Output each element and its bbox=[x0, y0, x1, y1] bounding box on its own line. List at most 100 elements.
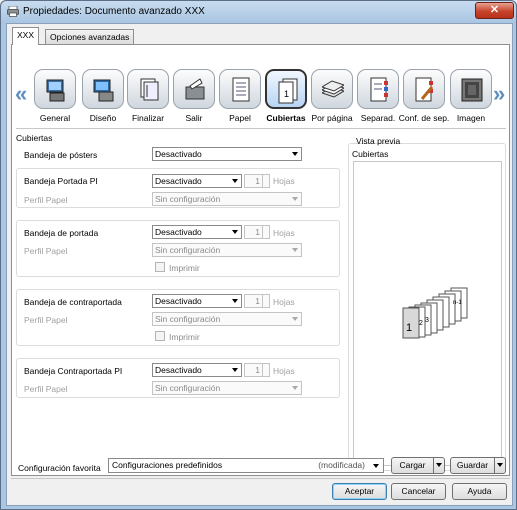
button-label: Guardar bbox=[456, 460, 489, 470]
front-print-checkbox bbox=[155, 262, 165, 272]
back-tray-label: Bandeja de contraportada bbox=[24, 297, 122, 307]
button-label: Ayuda bbox=[467, 486, 492, 496]
paper-icon bbox=[219, 69, 261, 109]
separator-settings-icon bbox=[403, 69, 445, 109]
pi-front-sheets-stepper: 1 bbox=[244, 174, 270, 188]
select-value: Desactivado bbox=[155, 176, 202, 186]
pi-front-profile-select: Sin configuración bbox=[152, 192, 302, 206]
front-tray-select[interactable]: Desactivado bbox=[152, 225, 242, 239]
finishing-icon bbox=[127, 69, 169, 109]
stepper-value: 1 bbox=[255, 365, 260, 375]
load-button[interactable]: Cargar bbox=[391, 457, 445, 474]
preview-page-label: 2 bbox=[419, 320, 423, 327]
cover-icon: 1 bbox=[265, 69, 307, 109]
ok-button[interactable]: Aceptar bbox=[332, 483, 387, 500]
chevron-down-icon bbox=[232, 368, 238, 372]
layout-icon bbox=[82, 69, 124, 109]
chevron-down-icon bbox=[292, 197, 298, 201]
chevron-down-icon bbox=[292, 152, 298, 156]
front-sheets-stepper: 1 bbox=[244, 225, 270, 239]
pi-back-profile-select: Sin configuración bbox=[152, 381, 302, 395]
pi-front-unit: Hojas bbox=[273, 176, 295, 186]
save-button[interactable]: Guardar bbox=[450, 457, 506, 474]
toolbar-item-covers[interactable]: 1 Cubiertas bbox=[264, 67, 308, 123]
load-dropdown[interactable] bbox=[433, 458, 444, 473]
select-value: Desactivado bbox=[155, 296, 202, 306]
select-value: Desactivado bbox=[155, 365, 202, 375]
select-value: Desactivado bbox=[155, 227, 202, 237]
pi-back-select[interactable]: Desactivado bbox=[152, 363, 242, 377]
pi-front-profile-label: Perfil Papel bbox=[24, 195, 68, 205]
favorite-settings-label: Configuración favorita bbox=[18, 463, 101, 473]
poster-tray-select[interactable]: Desactivado bbox=[152, 147, 302, 161]
scroll-left-icon[interactable]: « bbox=[15, 83, 27, 105]
stepper-down-icon bbox=[262, 181, 269, 187]
pi-front-select[interactable]: Desactivado bbox=[152, 174, 242, 188]
toolbar-item-output[interactable]: Salir bbox=[172, 67, 216, 123]
pi-back-unit: Hojas bbox=[273, 366, 295, 376]
chevron-down-icon bbox=[373, 464, 379, 468]
preview-page-label: 3 bbox=[425, 317, 429, 324]
front-print-label: Imprimir bbox=[169, 263, 200, 273]
toolbar-item-paper[interactable]: Papel bbox=[218, 67, 262, 123]
stepper-value: 1 bbox=[255, 227, 260, 237]
tab-label: Opciones avanzadas bbox=[50, 32, 130, 42]
tab-xxx[interactable]: XXX bbox=[12, 27, 40, 45]
image-icon bbox=[450, 69, 492, 109]
separator-icon bbox=[357, 69, 399, 109]
save-dropdown[interactable] bbox=[494, 458, 505, 473]
divider bbox=[16, 123, 506, 129]
front-profile-label: Perfil Papel bbox=[24, 246, 68, 256]
toolbar-item-finishing[interactable]: Finalizar bbox=[126, 67, 170, 123]
covers-group-title: Cubiertas bbox=[16, 133, 53, 143]
select-value: Desactivado bbox=[155, 149, 202, 159]
chevron-down-icon bbox=[232, 299, 238, 303]
preview-canvas: 1 2 3 n-1 bbox=[353, 161, 502, 466]
preview-page-label: 1 bbox=[406, 322, 412, 334]
title-bar: Propiedades: Documento avanzado XXX ✕ bbox=[1, 1, 516, 23]
toolbar-item-separator[interactable]: Separad. bbox=[356, 67, 400, 123]
cancel-button[interactable]: Cancelar bbox=[391, 483, 446, 500]
tab-advanced-options[interactable]: Opciones avanzadas bbox=[45, 29, 135, 44]
favorite-settings-select[interactable]: Configuraciones predefinidos (modificada… bbox=[108, 458, 384, 473]
back-profile-select: Sin configuración bbox=[152, 312, 302, 326]
stepper-down-icon bbox=[262, 370, 269, 376]
pi-front-label: Bandeja Portada PI bbox=[24, 176, 98, 186]
toolbar-item-general[interactable]: General bbox=[33, 67, 77, 123]
cover-preview-illustration: 1 2 3 n-1 bbox=[402, 287, 468, 339]
preview-subtitle: Cubiertas bbox=[352, 149, 389, 159]
toolbar-item-per-page[interactable]: Por página bbox=[310, 67, 354, 123]
front-profile-select: Sin configuración bbox=[152, 243, 302, 257]
poster-tray-label: Bandeja de pósters bbox=[24, 150, 98, 160]
chevron-down-icon bbox=[292, 248, 298, 252]
close-button[interactable]: ✕ bbox=[475, 2, 514, 19]
toolbar-item-image[interactable]: Imagen bbox=[449, 67, 493, 123]
select-value: Sin configuración bbox=[155, 314, 221, 324]
close-icon: ✕ bbox=[489, 4, 500, 16]
pi-back-label: Bandeja Contraportada PI bbox=[24, 366, 123, 376]
output-icon bbox=[173, 69, 215, 109]
button-label: Aceptar bbox=[344, 486, 375, 496]
toolbar-item-label: Imagen bbox=[456, 113, 486, 123]
back-profile-label: Perfil Papel bbox=[24, 315, 68, 325]
toolbar-item-layout[interactable]: Diseño bbox=[81, 67, 125, 123]
stepper-value: 1 bbox=[255, 176, 260, 186]
per-page-icon bbox=[311, 69, 353, 109]
back-tray-select[interactable]: Desactivado bbox=[152, 294, 242, 308]
scroll-right-icon[interactable]: » bbox=[493, 83, 505, 105]
toolbar-item-separator-settings[interactable]: Conf. de sep. bbox=[399, 67, 449, 123]
chevron-down-icon bbox=[292, 386, 298, 390]
chevron-down-icon bbox=[232, 230, 238, 234]
help-button[interactable]: Ayuda bbox=[452, 483, 507, 500]
window-title: Propiedades: Documento avanzado XXX bbox=[23, 6, 205, 17]
preview-title: Vista previa bbox=[356, 136, 401, 146]
back-print-checkbox bbox=[155, 331, 165, 341]
front-tray-label: Bandeja de portada bbox=[24, 228, 99, 238]
svg-text:1: 1 bbox=[284, 89, 289, 99]
button-label: Cargar bbox=[399, 460, 426, 470]
preview-page-label: n-1 bbox=[453, 300, 462, 306]
divider bbox=[11, 478, 510, 479]
back-sheets-stepper: 1 bbox=[244, 294, 270, 308]
properties-window: Propiedades: Documento avanzado XXX ✕ XX… bbox=[0, 0, 517, 510]
button-label: Cancelar bbox=[401, 486, 436, 496]
